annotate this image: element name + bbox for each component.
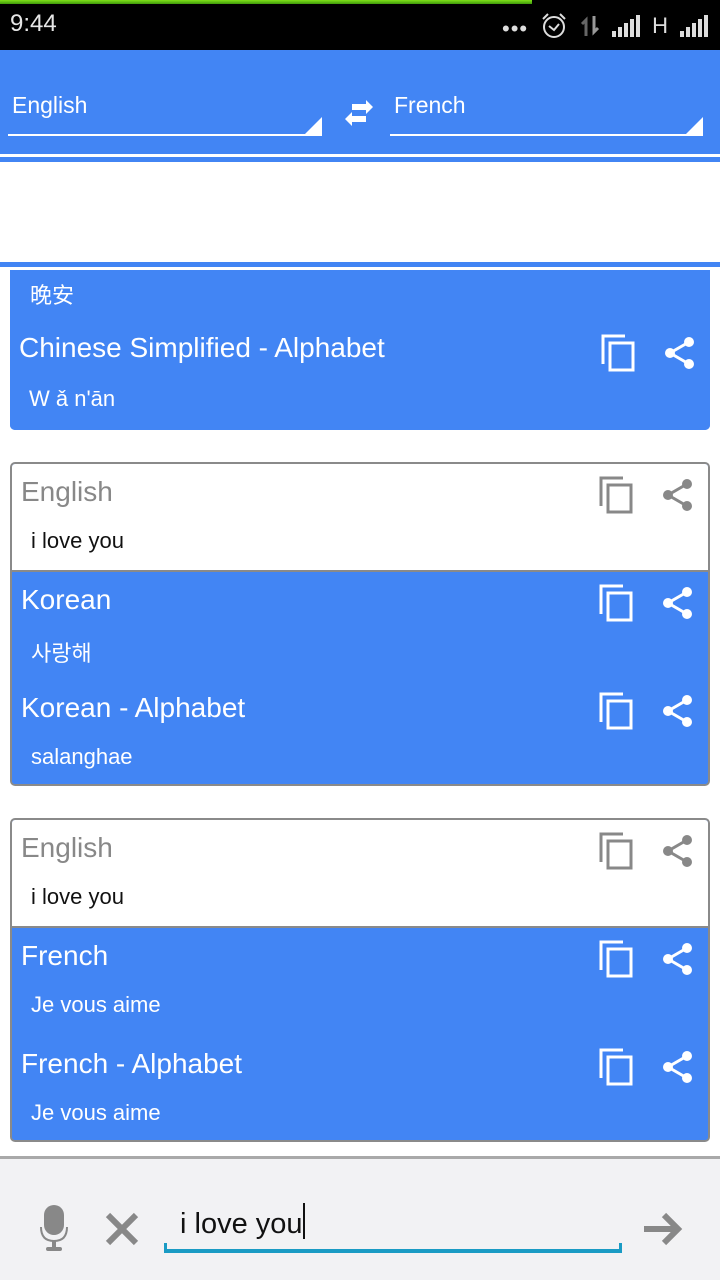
share-button[interactable] [660,476,696,514]
section-actions [598,476,696,514]
copy-button[interactable] [598,1048,634,1086]
more-dots-icon: ••• [502,16,529,41]
section-text: Je vous aime [31,992,161,1017]
translation-card: English i love you French Je vous aime F… [10,818,710,1142]
clear-button[interactable] [104,1211,140,1247]
section-text: W ǎ n'ān [29,386,116,411]
copy-icon [599,832,633,870]
status-bar: 9:44 ••• H [0,0,720,50]
source-language-dropdown[interactable]: English [8,88,322,136]
input-value: i love you [180,1203,305,1241]
copy-icon [599,476,633,514]
copy-button[interactable] [598,692,634,730]
section-actions [598,584,696,622]
input-bar: i love you [0,1156,720,1280]
network-type-label: H [652,13,668,38]
target-language-dropdown[interactable]: French [390,88,703,136]
share-icon [663,943,692,975]
section-title: French [21,940,109,971]
text-input[interactable]: i love you [164,1195,622,1255]
translation-section: Korean - Alphabet salanghae [12,680,708,784]
translation-section: Korean 사랑해 [12,572,708,680]
data-transfer-icon [581,16,600,36]
translation-section: Chinese Simplified - Alphabet W ǎ n'ān [10,318,710,430]
copy-icon [599,584,633,622]
share-button[interactable] [660,1048,696,1086]
section-actions [598,1048,696,1086]
copy-icon [599,940,633,978]
share-button[interactable] [662,334,698,372]
translation-card: English i love you Korean 사랑해 Korean - A… [10,462,710,786]
section-title: Korean - Alphabet [21,692,246,723]
alarm-icon [542,13,566,38]
share-icon [663,695,692,727]
section-title: Chinese Simplified - Alphabet [19,332,385,363]
section-text: 사랑해 [31,641,92,666]
section-actions [598,940,696,978]
section-actions [598,692,696,730]
share-icon [663,479,692,511]
language-bar: English French [0,50,720,154]
share-icon [665,337,694,369]
section-actions [600,334,698,372]
translation-section: French Je vous aime [12,928,708,1036]
source-section: English i love you [12,464,708,572]
target-language-label: French [394,92,466,118]
divider [0,262,720,267]
share-icon [663,835,692,867]
swap-languages-button[interactable] [340,94,378,132]
section-text: salanghae [31,744,133,769]
translation-card-partial: 晚安 Chinese Simplified - Alphabet W ǎ n'ā… [10,270,710,430]
dropdown-triangle-icon [303,117,322,136]
microphone-button[interactable] [38,1203,70,1253]
source-section: English i love you [12,820,708,928]
dropdown-triangle-icon [684,117,703,136]
dropdown-underline [390,134,703,136]
dropdown-underline [8,134,322,136]
source-language-title: English [21,476,113,507]
source-text: i love you [31,884,124,909]
copy-button[interactable] [598,584,634,622]
signal-icon [612,15,641,37]
copy-icon [599,1048,633,1086]
copy-button[interactable] [598,940,634,978]
source-language-title: English [21,832,113,863]
share-icon [663,1051,692,1083]
share-button[interactable] [660,584,696,622]
share-button[interactable] [660,940,696,978]
copy-icon [599,692,633,730]
copy-button[interactable] [600,334,636,372]
share-button[interactable] [660,692,696,730]
copy-button[interactable] [598,476,634,514]
share-button[interactable] [660,832,696,870]
loading-progress-bar [0,0,532,4]
source-text: i love you [31,528,124,553]
copy-icon [601,334,635,372]
copy-button[interactable] [598,832,634,870]
input-underline [164,1249,622,1253]
input-underline-tick [619,1243,622,1253]
translator-app: 9:44 ••• H English French 晚安 Chinese Sim… [0,0,720,1280]
section-title: Korean [21,584,112,615]
text-caret [302,1203,305,1239]
source-language-label: English [12,92,88,118]
section-text: Je vous aime [31,1100,161,1125]
blank-area [0,162,720,262]
status-icons: ••• H [502,10,708,42]
status-time: 9:44 [10,10,57,37]
share-icon [663,587,692,619]
signal-icon [680,15,708,37]
section-title: French - Alphabet [21,1048,243,1079]
input-underline-tick [164,1243,167,1253]
translation-text: 晚安 [30,283,75,308]
translate-send-button[interactable] [642,1209,684,1249]
section-actions [598,832,696,870]
translation-section: French - Alphabet Je vous aime [12,1036,708,1140]
